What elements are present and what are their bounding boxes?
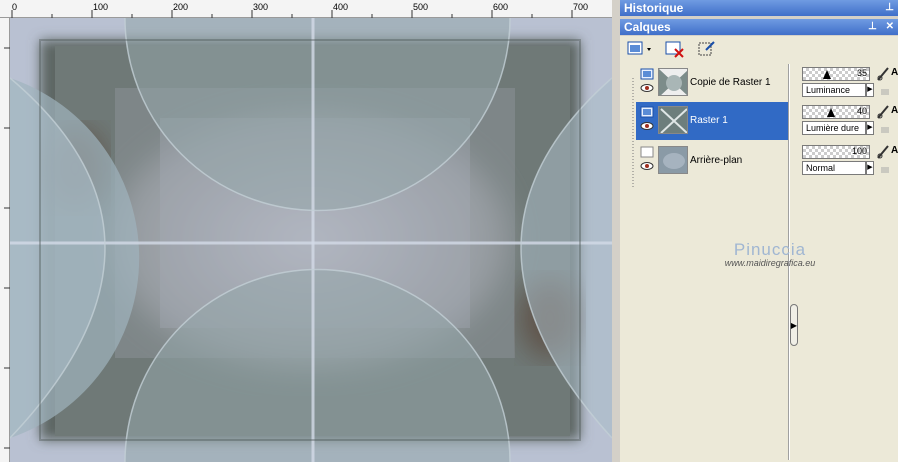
layer-properties-icon (698, 41, 715, 56)
layer-thumbnail (658, 106, 688, 134)
opacity-value: 100 (851, 146, 867, 156)
watermark-name: Pinuccia (733, 240, 807, 259)
layer-row-selected[interactable]: Raster 1 (636, 102, 788, 140)
layers-toolbar (620, 36, 898, 62)
edit-letter: A (891, 67, 898, 78)
horizontal-ruler: 0 100 200 300 400 500 600 700 (0, 0, 616, 18)
layers-panel-controls: ⊥ ✕ (862, 19, 894, 35)
watermark: Pinuccia www.maidiregrafica.eu (705, 240, 835, 268)
panel-divider[interactable] (612, 0, 616, 462)
layer-props-row: 40 A Lumière dure ▶ (798, 102, 898, 140)
expand-arrow-icon[interactable]: ▶ (790, 304, 798, 346)
dropdown-arrow-icon[interactable]: ▶ (866, 161, 874, 175)
opacity-slider[interactable]: 35 (802, 67, 870, 81)
layer-thumbnail-image (659, 147, 687, 173)
delete-layer-icon (665, 41, 684, 58)
pin-icon[interactable]: ⊥ (868, 21, 877, 32)
opacity-value: 35 (856, 68, 867, 78)
layer-row[interactable]: Arrière-plan (636, 142, 788, 180)
layer-row[interactable]: Copie de Raster 1 (636, 64, 788, 102)
layer-thumbnail-image (659, 69, 687, 95)
lock-icon[interactable] (880, 85, 890, 95)
opacity-slider[interactable]: 100 (802, 145, 870, 159)
layer-visibility-icons (640, 146, 654, 170)
blend-mode-select[interactable]: Normal (802, 161, 866, 175)
opacity-slider[interactable]: 40 (802, 105, 870, 119)
layer-visibility-icons (640, 106, 654, 130)
opacity-marker-icon (827, 108, 835, 117)
blend-mode-select[interactable]: Lumière dure (802, 121, 866, 135)
layer-visibility-icons (640, 68, 654, 92)
layer-name: Arrière-plan (690, 155, 743, 166)
layer-thumbnail-image (659, 107, 687, 133)
lock-icon[interactable] (880, 123, 890, 133)
history-panel-controls: ⊥ (879, 0, 894, 16)
dropdown-arrow-icon[interactable]: ▶ (866, 121, 874, 135)
close-icon[interactable]: ✕ (886, 21, 894, 32)
artwork-image (10, 18, 612, 462)
layers-panel-titlebar[interactable]: Calques ⊥ ✕ (620, 19, 898, 35)
pin-icon[interactable]: ⊥ (885, 2, 894, 13)
ruler-ticks-vertical (4, 47, 10, 449)
lock-icon[interactable] (880, 163, 890, 173)
new-layer-icon (627, 41, 651, 55)
layer-props-row: 35 A Luminance ▶ (798, 64, 898, 102)
delete-layer-button[interactable] (664, 39, 686, 59)
opacity-marker-icon (823, 70, 831, 79)
edit-pencil-icon[interactable] (876, 104, 890, 120)
ruler-ticks (11, 10, 573, 18)
dropdown-arrow-icon[interactable]: ▶ (866, 83, 874, 97)
layer-visibility-toggle[interactable] (639, 68, 655, 98)
opacity-value: 40 (856, 106, 867, 116)
layer-name: Raster 1 (690, 115, 728, 126)
watermark-url: www.maidiregrafica.eu (724, 258, 816, 268)
blend-mode-select[interactable]: Luminance (802, 83, 866, 97)
history-panel-title: Historique (624, 1, 684, 15)
layer-visibility-toggle[interactable] (639, 146, 655, 176)
layer-properties-button[interactable] (696, 39, 718, 59)
new-layer-button[interactable] (626, 39, 654, 59)
layer-thumbnail (658, 146, 688, 174)
layer-name: Copie de Raster 1 (690, 77, 771, 88)
layer-props-row: 100 A Normal ▶ (798, 142, 898, 180)
edit-pencil-icon[interactable] (876, 66, 890, 82)
edit-pencil-icon[interactable] (876, 144, 890, 160)
vertical-ruler (0, 18, 10, 462)
layer-thumbnail (658, 68, 688, 96)
edit-letter: A (891, 105, 898, 116)
image-canvas-area[interactable]: 0 100 200 300 400 500 600 700 (0, 0, 616, 462)
edit-letter: A (891, 145, 898, 156)
layers-panel-title: Calques (624, 20, 671, 34)
history-panel-titlebar[interactable]: Historique ⊥ (620, 0, 898, 16)
layer-visibility-toggle[interactable] (639, 106, 655, 136)
